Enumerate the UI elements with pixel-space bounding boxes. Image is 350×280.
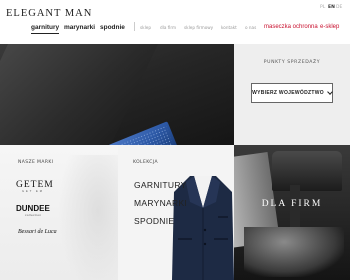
nav-o-nas[interactable]: o nas: [245, 25, 256, 30]
logo[interactable]: ELEGANT MAN: [6, 8, 92, 19]
brand-dundee-sub: collection: [25, 213, 42, 217]
brand-getem[interactable]: GETEM: [16, 180, 54, 190]
sewing-machine-image: [272, 151, 342, 191]
hero-image: [0, 44, 234, 145]
maseczka-link[interactable]: maseczka ochronna: [264, 24, 318, 30]
chevron-down-icon: [327, 89, 333, 95]
hero-lapel: [0, 44, 163, 145]
nav-spodnie[interactable]: spodnie: [100, 24, 125, 31]
nav-sklep-firmowy[interactable]: sklep firmowy: [184, 25, 213, 30]
eshop-link[interactable]: e-sklep: [320, 24, 339, 30]
brand-dundee[interactable]: DUNDEE: [16, 204, 50, 213]
dla-firm-panel[interactable]: DLA FIRM: [234, 145, 350, 280]
store-locator-title: PUNKTY SPRZEDAŻY: [263, 60, 321, 65]
region-select-label: WYBIERZ WOJEWÓDZTWO: [252, 90, 324, 96]
lang-en[interactable]: EN: [328, 5, 335, 10]
nav-garnitury[interactable]: garnitury: [31, 24, 60, 34]
lang-pl[interactable]: PL: [320, 5, 325, 10]
nav-dla-firm[interactable]: dla firm: [160, 25, 176, 30]
nav-marynarki[interactable]: marynarki: [64, 24, 95, 31]
collection-marynarki-link[interactable]: MARYNARKI: [134, 198, 187, 208]
lang-de[interactable]: DE: [336, 5, 342, 10]
brand-bessari[interactable]: Bessari de Luca: [18, 229, 57, 235]
dla-firm-title: DLA FIRM: [261, 199, 323, 209]
nav-divider: [134, 22, 135, 31]
nav-kontakt[interactable]: kontakt: [221, 25, 237, 30]
nav-sklep[interactable]: sklep: [140, 25, 151, 30]
region-select[interactable]: WYBIERZ WOJEWÓDZTWO: [251, 83, 333, 103]
collection-label: KOLEKCJA: [133, 160, 158, 165]
store-locator-panel: PUNKTY SPRZEDAŻY WYBIERZ WOJEWÓDZTWO: [234, 44, 350, 145]
collection-garnitury-link[interactable]: GARNITURY: [134, 180, 187, 190]
collection-spodnie-link[interactable]: SPODNIE: [134, 216, 174, 226]
tailor-hands-image: [244, 227, 344, 277]
brand-getem-sub: GET EM: [22, 190, 44, 193]
brands-label: NASZE MARKI: [18, 160, 54, 165]
